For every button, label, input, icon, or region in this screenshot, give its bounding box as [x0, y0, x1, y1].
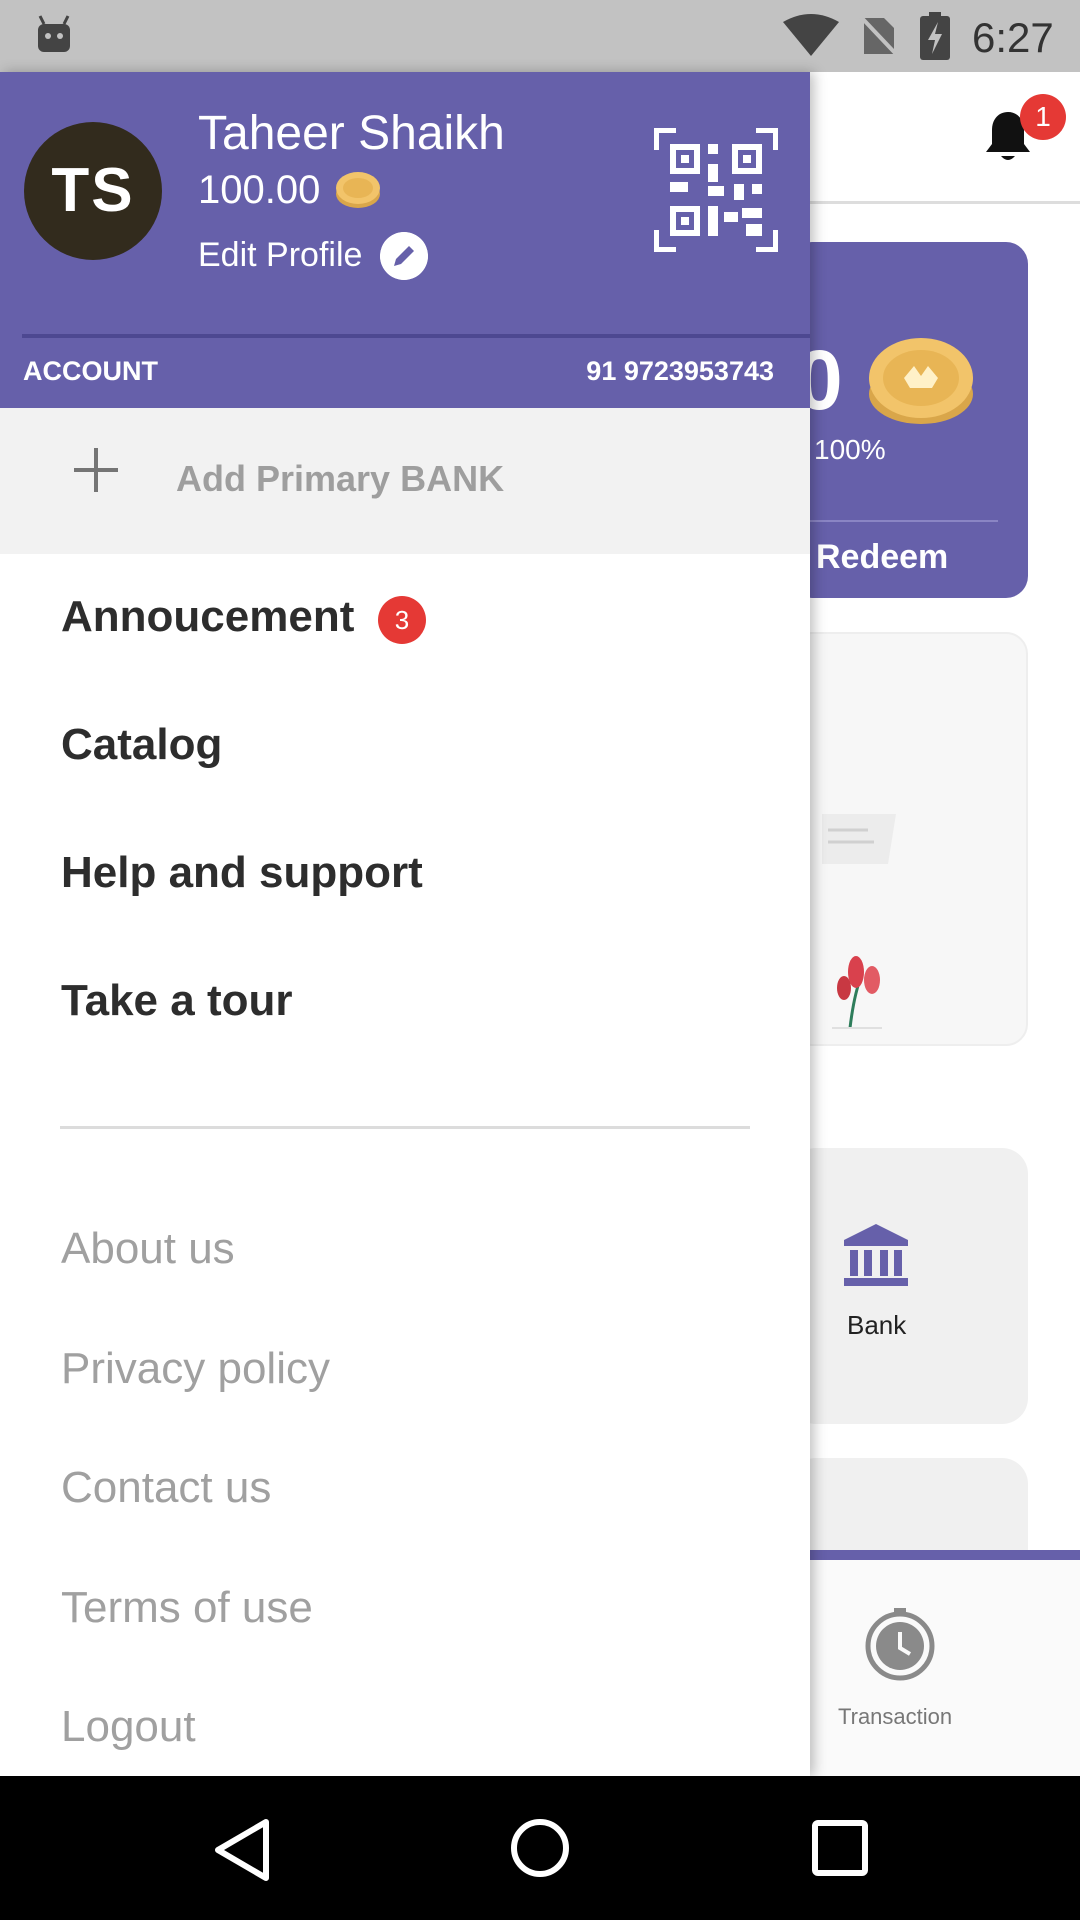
wifi-icon	[783, 14, 839, 56]
announcement-badge: 3	[378, 596, 426, 644]
menu-item-contact-us[interactable]: Contact us	[61, 1463, 271, 1513]
menu-divider	[60, 1126, 750, 1129]
add-primary-bank-label: Add Primary BANK	[176, 458, 505, 499]
user-name: Taheer Shaikh	[198, 107, 505, 160]
system-navigation-bar	[0, 1776, 1080, 1920]
no-sim-icon	[858, 14, 898, 56]
back-icon[interactable]	[212, 1818, 272, 1882]
plus-icon	[74, 448, 118, 492]
bank-tile[interactable]	[790, 1148, 1028, 1424]
transaction-tab-label[interactable]: Transaction	[838, 1704, 952, 1730]
percent-label: 100%	[814, 434, 886, 465]
recent-apps-icon[interactable]	[812, 1820, 868, 1876]
status-bar: 6:27	[0, 0, 1080, 72]
edit-profile-link[interactable]: Edit Profile	[198, 236, 362, 275]
menu-item-about-us[interactable]: About us	[61, 1224, 235, 1274]
illustration-image	[792, 814, 896, 1029]
bank-icon	[844, 1224, 908, 1286]
home-icon[interactable]	[510, 1818, 570, 1878]
balance-value: 100.00	[198, 168, 321, 212]
avatar[interactable]: TS	[24, 122, 162, 260]
battery-charging-icon	[920, 12, 950, 60]
account-label: ACCOUNT	[23, 356, 158, 386]
navigation-drawer: TS Taheer Shaikh 100.00 Edit Profile ACC…	[0, 72, 810, 1776]
menu-item-help-and-support[interactable]: Help and support	[61, 848, 423, 898]
menu-item-take-a-tour[interactable]: Take a tour	[61, 976, 292, 1026]
transaction-clock-icon[interactable]	[864, 1606, 936, 1682]
menu-item-logout[interactable]: Logout	[61, 1702, 196, 1752]
menu-item-catalog[interactable]: Catalog	[61, 720, 222, 770]
bank-tile-label: Bank	[847, 1310, 907, 1340]
coin-icon	[869, 338, 973, 424]
menu-item-terms-of-use[interactable]: Terms of use	[61, 1583, 313, 1633]
qr-code-icon[interactable]	[654, 128, 778, 252]
account-phone: 91 9723953743	[586, 356, 774, 386]
redeem-button[interactable]: Redeem	[816, 538, 948, 577]
notification-badge: 1	[1020, 94, 1066, 140]
status-time: 6:27	[972, 14, 1054, 61]
add-primary-bank-button[interactable]: Add Primary BANK	[0, 408, 810, 554]
illustration-card[interactable]	[790, 632, 1028, 1046]
menu-item-privacy-policy[interactable]: Privacy policy	[61, 1344, 330, 1394]
header-divider	[22, 334, 810, 338]
android-debug-icon	[38, 15, 70, 52]
drawer-header: TS Taheer Shaikh 100.00 Edit Profile ACC…	[0, 72, 810, 408]
coin-icon	[336, 172, 380, 208]
menu-item-announcement[interactable]: Annoucement	[61, 592, 354, 642]
edit-pencil-icon[interactable]	[380, 232, 428, 280]
divider	[810, 520, 998, 522]
